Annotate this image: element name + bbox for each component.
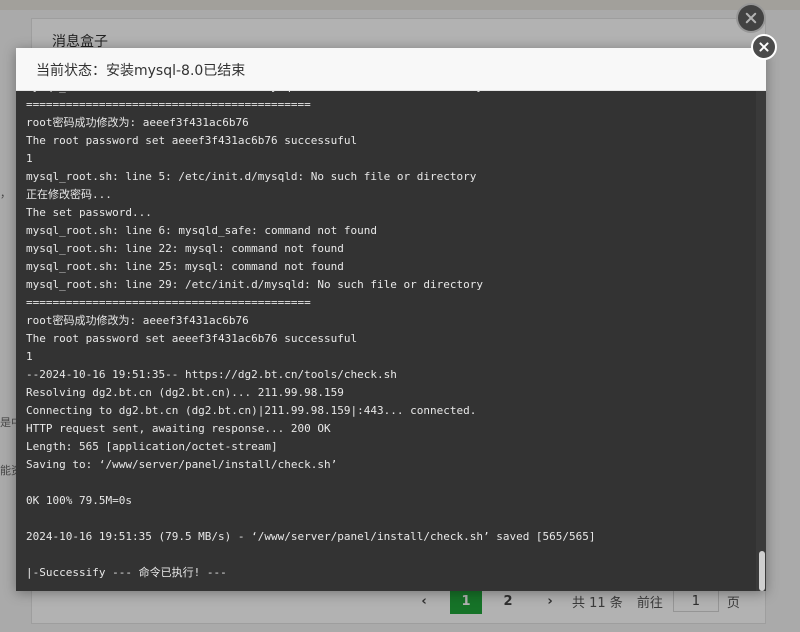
log-line: Connecting to dg2.bt.cn (dg2.bt.cn)|211.…: [26, 404, 477, 417]
log-line: root密码成功修改为: aeeef3f431ac6b76: [26, 116, 249, 129]
log-line: 正在修改密码...: [26, 188, 112, 201]
log-line: mysql_root.sh: line 5: /etc/init.d/mysql…: [26, 170, 477, 183]
log-line: ========================================…: [26, 296, 311, 309]
log-line: 1: [26, 152, 33, 165]
log-line: The root password set aeeef3f431ac6b76 s…: [26, 134, 358, 147]
log-line: 2024-10-16 19:51:35 (79.5 MB/s) - ‘/www/…: [26, 530, 596, 543]
log-line: mysql_root.sh: line 6: mysqld_safe: comm…: [26, 224, 377, 237]
log-line: HTTP request sent, awaiting response... …: [26, 422, 331, 435]
log-line: The set password...: [26, 206, 152, 219]
log-line: Length: 565 [application/octet-stream]: [26, 440, 278, 453]
scrollbar-thumb[interactable]: [759, 551, 765, 591]
scrollbar[interactable]: [756, 91, 766, 591]
log-line: --2024-10-16 19:51:35-- https://dg2.bt.c…: [26, 368, 397, 381]
log-line: Saving to: ‘/www/server/panel/install/ch…: [26, 458, 338, 471]
terminal-log-area[interactable]: mysql_root.sh: line 15: /etc/init.d/mysq…: [16, 91, 766, 591]
modal-header: 当前状态：安装mysql-8.0已结束: [16, 48, 766, 91]
log-line: mysql_root.sh: line 22: mysql: command n…: [26, 242, 344, 255]
log-output: mysql_root.sh: line 15: /etc/init.d/mysq…: [26, 91, 746, 582]
log-line: |-Successify --- 命令已执行! ---: [26, 566, 227, 579]
log-line: mysql_root.sh: line 29: /etc/init.d/mysq…: [26, 278, 483, 291]
log-line: 1: [26, 350, 33, 363]
log-line: ========================================…: [26, 98, 311, 111]
log-line: 0K 100% 79.5M=0s: [26, 494, 132, 507]
close-icon[interactable]: [751, 34, 777, 60]
log-line: Resolving dg2.bt.cn (dg2.bt.cn)... 211.9…: [26, 386, 344, 399]
log-line: The root password set aeeef3f431ac6b76 s…: [26, 332, 358, 345]
install-log-modal: 当前状态：安装mysql-8.0已结束 mysql_root.sh: line …: [16, 48, 766, 591]
log-line: root密码成功修改为: aeeef3f431ac6b76: [26, 314, 249, 327]
modal-title: 当前状态：安装mysql-8.0已结束: [36, 63, 246, 79]
log-line: mysql_root.sh: line 25: mysql: command n…: [26, 260, 344, 273]
